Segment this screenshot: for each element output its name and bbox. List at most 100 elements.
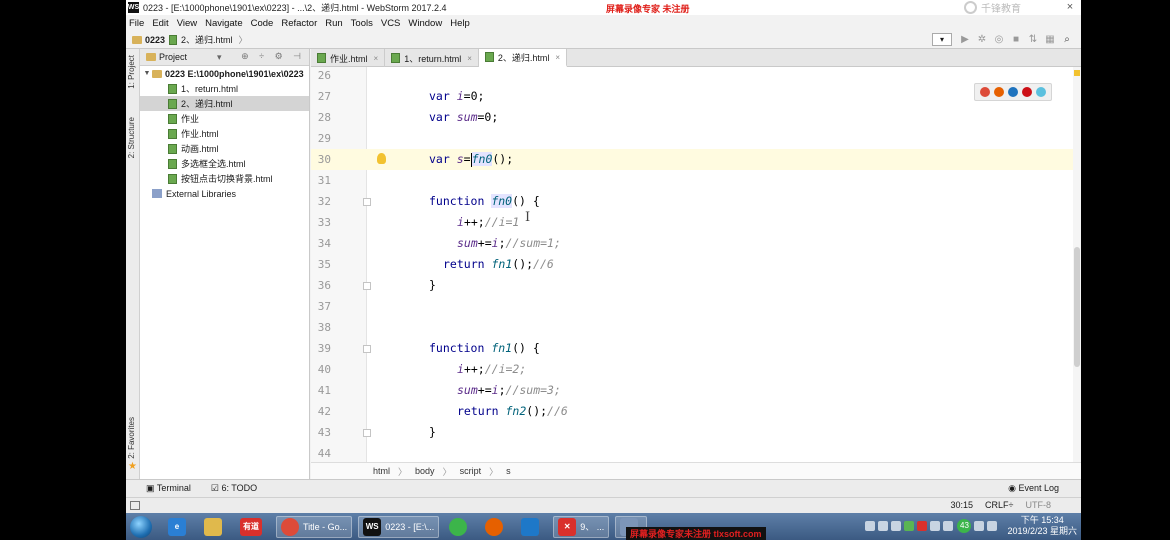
code-line[interactable]: 27 var i=0; (311, 86, 1081, 107)
code-editor[interactable]: 26 27 var i=0; 28 var sum=0; 29 30 var s… (311, 67, 1081, 462)
vcs-icon[interactable]: ⇅ (1026, 33, 1040, 46)
fold-marker-icon[interactable] (363, 198, 371, 206)
code-line[interactable]: 34 sum+=i;//sum=1; (311, 233, 1081, 254)
firefox-icon[interactable] (994, 87, 1004, 97)
tree-external-libraries[interactable]: External Libraries (140, 186, 309, 201)
fold-marker-icon[interactable] (363, 429, 371, 437)
project-view-dropdown-icon[interactable]: ▾ (217, 52, 222, 63)
tree-item-homework-html[interactable]: 作业.html (140, 126, 309, 141)
tray-icon[interactable] (904, 521, 915, 531)
menu-run[interactable]: Run (325, 18, 342, 29)
run-icon[interactable]: ▶ (958, 33, 972, 46)
taskbar-vscode[interactable] (517, 516, 547, 538)
tree-item-animation-html[interactable]: 动画.html (140, 141, 309, 156)
menu-refactor[interactable]: Refactor (281, 18, 317, 29)
code-line[interactable]: 35 return fn1();//6 (311, 254, 1081, 275)
tray-icon[interactable] (865, 521, 876, 531)
menu-file[interactable]: File (129, 18, 144, 29)
code-line-current[interactable]: 30 var s=fn0(); (311, 149, 1081, 170)
tray-icon[interactable] (917, 521, 928, 531)
taskbar-youdao[interactable]: 有道 (236, 516, 270, 538)
todo-button[interactable]: ☑ 6: TODO (211, 483, 257, 494)
start-button[interactable] (130, 515, 152, 538)
taskbar-chrome[interactable]: Title - Go... (276, 515, 353, 538)
terminal-button[interactable]: ▣ Terminal (146, 483, 191, 494)
breadcrumb-body[interactable]: body (415, 466, 435, 476)
menu-help[interactable]: Help (450, 18, 470, 29)
code-line[interactable]: 36 } (311, 275, 1081, 296)
code-line[interactable]: 28 var sum=0; (311, 107, 1081, 128)
tray-icon[interactable] (878, 521, 889, 531)
breadcrumb-html[interactable]: html (373, 466, 390, 476)
project-panel-actions[interactable]: ⊕ ÷ ⚙ ⊣ (241, 51, 305, 62)
code-line[interactable]: 33 i++;//i=1 (311, 212, 1081, 233)
menu-edit[interactable]: Edit (152, 18, 168, 29)
tree-item-checkbox-html[interactable]: 多选框全选.html (140, 156, 309, 171)
nav-file-crumb[interactable]: 2、递归.html (181, 33, 233, 46)
fold-marker-icon[interactable] (363, 345, 371, 353)
taskbar-firefox[interactable] (481, 516, 511, 538)
menu-view[interactable]: View (177, 18, 197, 29)
code-line[interactable]: 44 (311, 443, 1081, 462)
code-line[interactable]: 38 (311, 317, 1081, 338)
menu-navigate[interactable]: Navigate (205, 18, 243, 29)
menu-tools[interactable]: Tools (351, 18, 373, 29)
fold-marker-icon[interactable] (363, 282, 371, 290)
run-config-dropdown[interactable]: ▾ (932, 33, 952, 46)
tree-item-return-html[interactable]: 1、return.html (140, 81, 309, 96)
stop-icon[interactable]: ■ (1009, 33, 1023, 46)
breadcrumb-script[interactable]: script (460, 466, 482, 476)
structure-tool-tab[interactable]: 2: Structure (127, 117, 139, 158)
code-line[interactable]: 37 (311, 296, 1081, 317)
scroll-thumb[interactable] (1074, 247, 1080, 367)
close-tab-icon[interactable]: × (374, 54, 379, 63)
taskbar-ie[interactable]: e (164, 516, 194, 538)
tree-root-row[interactable]: ▼ 0223 E:\1000phone\1901\ex\0223 (140, 66, 309, 81)
code-line[interactable]: 29 (311, 128, 1081, 149)
code-line[interactable]: 42 return fn2();//6 (311, 401, 1081, 422)
ie-icon[interactable] (1036, 87, 1046, 97)
tray-icon[interactable] (891, 521, 902, 531)
menu-window[interactable]: Window (408, 18, 442, 29)
project-tool-tab[interactable]: 1: Project (127, 55, 139, 89)
taskbar-360[interactable] (445, 516, 475, 538)
project-panel-title[interactable]: Project (159, 52, 187, 62)
file-encoding[interactable]: UTF-8 (1026, 500, 1052, 510)
code-line[interactable]: 39 function fn1() { (311, 338, 1081, 359)
tree-item-recursion-html[interactable]: 2、递归.html (140, 96, 309, 111)
tree-item-homework-folder[interactable]: 作业 (140, 111, 309, 126)
tool-windows-toggle-icon[interactable] (130, 501, 140, 510)
lightbulb-icon[interactable] (377, 153, 386, 164)
favorites-tool-tab[interactable]: 2: Favorites (127, 417, 139, 459)
taskbar-webstorm[interactable]: WS 0223 - [E:\... (358, 515, 440, 538)
system-clock[interactable]: 下午 15:34 2019/2/23 星期六 (1007, 515, 1077, 537)
code-line[interactable]: 43 } (311, 422, 1081, 443)
editor-scrollbar[interactable] (1073, 67, 1081, 462)
code-line[interactable]: 40 i++;//i=2; (311, 359, 1081, 380)
close-tab-icon[interactable]: × (467, 54, 472, 63)
code-line[interactable]: 31 (311, 170, 1081, 191)
tab-return-html[interactable]: 1、return.html × (385, 49, 479, 67)
search-icon[interactable]: ⌕ (1060, 33, 1074, 46)
tab-homework-html[interactable]: 作业.html × (311, 49, 386, 67)
tree-item-toggle-bg-html[interactable]: 按钮点击切换背景.html (140, 171, 309, 186)
network-icon[interactable] (974, 521, 985, 531)
opera-icon[interactable] (1022, 87, 1032, 97)
code-line[interactable]: 32 function fn0() { (311, 191, 1081, 212)
close-window-icon[interactable]: × (1061, 1, 1079, 14)
code-line[interactable]: 41 sum+=i;//sum=3; (311, 380, 1081, 401)
expand-arrow-icon[interactable]: ▼ (142, 70, 152, 77)
taskbar-xmind[interactable]: ✕ 9、 ... (553, 515, 610, 538)
safari-icon[interactable] (1008, 87, 1018, 97)
nav-project-crumb[interactable]: 0223 (145, 35, 165, 45)
chrome-icon[interactable] (980, 87, 990, 97)
volume-icon[interactable] (987, 521, 998, 531)
line-separator[interactable]: CRLF÷ (985, 500, 1013, 510)
tray-badge[interactable]: 43 (957, 519, 972, 533)
debug-icon[interactable]: ✲ (975, 33, 989, 46)
settings-icon[interactable]: ▦ (1043, 33, 1057, 46)
tab-recursion-html[interactable]: 2、递归.html × (478, 49, 568, 67)
tray-icon[interactable] (930, 521, 941, 531)
close-tab-icon[interactable]: × (555, 53, 560, 62)
code-line[interactable]: 26 (311, 67, 1081, 86)
